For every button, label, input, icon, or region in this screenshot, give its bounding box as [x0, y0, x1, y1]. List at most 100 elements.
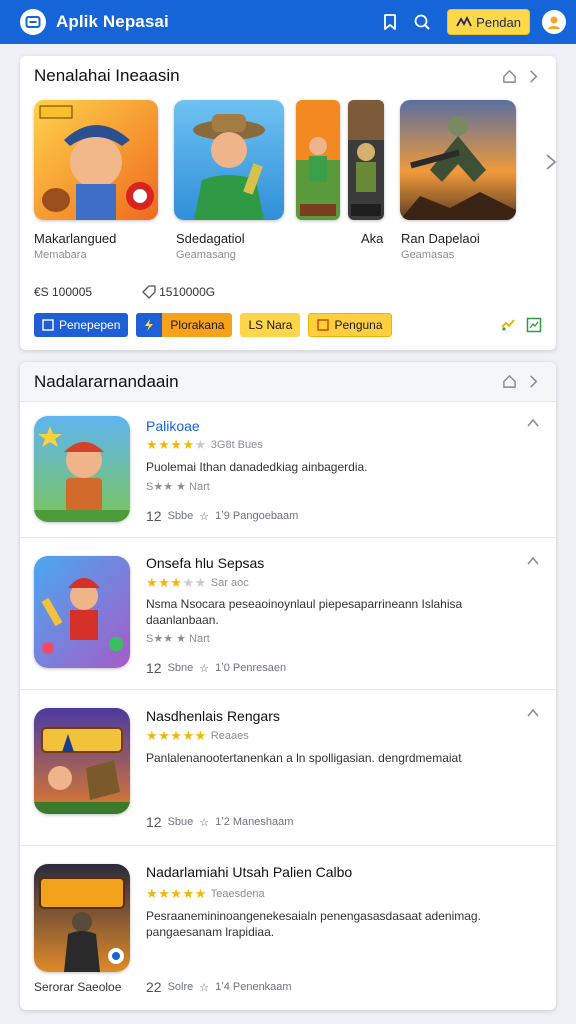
bolt-icon — [145, 319, 154, 331]
user-avatar-icon[interactable] — [542, 10, 566, 34]
chip-actions — [490, 317, 542, 333]
game-art-icon — [34, 556, 130, 668]
foot-b-4: 1ʼ4 Penenkaam — [215, 981, 292, 993]
chip-2-lead — [136, 313, 163, 337]
foot-a-1: Sbbe — [167, 510, 194, 522]
app-title-4[interactable]: Nadarlamiahi Utsah Palien Calbo — [146, 864, 352, 880]
foot-num-1: 12 — [146, 508, 162, 524]
downloads-stat: €S 100005 — [34, 285, 93, 299]
app-desc-2: Nsma Nsocara peseaoinoynlaul piepesaparr… — [146, 597, 463, 627]
list-item[interactable]: Nasdhenlais Rengars ★★★★★ Reaaes Panlale… — [20, 690, 556, 846]
count-stat: 1510000G — [142, 285, 215, 299]
chip-1-label: Penepepen — [59, 318, 121, 332]
foot-a-2: Sbne — [167, 662, 194, 674]
list-item[interactable]: Nadarlamiahi Utsah Palien Calbo ★★★★★ Te… — [20, 846, 556, 1010]
stars-3: ★★★★★ — [146, 728, 207, 743]
chip-4-label: Penguna — [334, 318, 383, 332]
featured-app-label-2[interactable]: Sdedagatiol — [176, 231, 245, 246]
grid-icon — [42, 319, 54, 331]
stars-1: ★★★★★ — [146, 437, 207, 452]
chip-2[interactable]: Plorakana — [136, 313, 233, 337]
foot-num-3: 12 — [146, 814, 162, 830]
home-icon[interactable] — [500, 373, 518, 391]
game-art-icon — [34, 416, 130, 522]
rating-text-3: Reaaes — [210, 730, 249, 742]
chevron-right-icon[interactable] — [524, 67, 542, 85]
home-icon[interactable] — [500, 67, 518, 85]
app-desc-4: Pesraanemininoangenekesaialn penengasasd… — [146, 909, 481, 939]
app-title-2[interactable]: Onsefa hlu Sepsas — [146, 555, 264, 571]
featured-app-label-3[interactable]: Aka — [361, 231, 383, 246]
featured-card: Nenalahai Ineaasin Makarlangued Memabara… — [20, 56, 557, 350]
foot-num-4: 22 — [146, 979, 162, 995]
game-art-icon — [400, 100, 516, 220]
featured-tile-4[interactable] — [348, 100, 384, 220]
game-art-icon — [34, 864, 130, 972]
rating-text-4: Teaesdena — [210, 888, 265, 900]
tag-icon — [142, 285, 156, 299]
star-icon: ☆ — [199, 981, 210, 994]
login-label: Pendan — [476, 14, 521, 30]
game-art-icon — [174, 100, 284, 220]
app-foot-1: 12 Sbbe ☆ 1ʼ9 Pangoebaam — [146, 508, 298, 524]
app-list-card: Nadalararnandaain Palikoae ★★★★★ 3G8t Bu… — [20, 362, 556, 1010]
star-icon: ☆ — [199, 510, 210, 523]
featured-tile-1[interactable] — [34, 100, 158, 220]
app-header: Aplik Nepasai Pendan — [0, 0, 576, 44]
app-icon-3[interactable] — [34, 708, 130, 814]
chip-4[interactable]: Penguna — [308, 313, 392, 337]
featured-tile-2[interactable] — [174, 100, 284, 220]
app-icon-4[interactable] — [34, 864, 130, 972]
app-sub-2: S★★ ★ Nart — [146, 633, 210, 645]
list-item[interactable]: Palikoae ★★★★★ 3G8t Bues Puolemai Ithan … — [20, 402, 556, 538]
foot-b-3: 1ʼ2 Maneshaam — [215, 816, 294, 828]
app-title-3[interactable]: Nasdhenlais Rengars — [146, 708, 280, 724]
chip-2-label: Plorakana — [170, 318, 225, 332]
chip-3-label: LS Nara — [248, 318, 293, 332]
bookmark-icon[interactable] — [379, 11, 401, 33]
featured-app-sub-2: Geamasang — [176, 249, 236, 261]
chip-1[interactable]: Penepepen — [34, 313, 129, 337]
stars-4: ★★★★★ — [146, 886, 207, 901]
rating-4: ★★★★★ Teaesdena — [146, 886, 265, 902]
login-icon — [456, 15, 472, 27]
featured-app-sub-1: Memabara — [34, 249, 87, 261]
app-desc-1: Puolemai Ithan danadedkiag ainbagerdia. — [146, 460, 368, 474]
login-button[interactable]: Pendan — [447, 9, 530, 35]
rating-3: ★★★★★ Reaaes — [146, 728, 249, 744]
search-icon[interactable] — [411, 11, 433, 33]
featured-carousel — [34, 100, 557, 220]
rating-1: ★★★★★ 3G8t Bues — [146, 437, 263, 453]
featured-stats: €S 100005 1510000G — [34, 285, 215, 299]
app-logo-icon[interactable] — [20, 9, 46, 35]
app-title-1[interactable]: Palikoae — [146, 418, 200, 434]
app-icon-2[interactable] — [34, 556, 130, 668]
game-art-icon — [34, 100, 158, 220]
sparkle-icon[interactable] — [500, 317, 516, 333]
foot-b-1: 1ʼ9 Pangoebaam — [215, 510, 299, 522]
featured-app-sub-4: Geamasas — [401, 249, 455, 261]
featured-app-label-1[interactable]: Makarlangued — [34, 231, 116, 246]
list-item[interactable]: Onsefa hlu Sepsas ★★★★★ Sar aoc Nsma Nso… — [20, 538, 556, 690]
featured-header: Nenalahai Ineaasin — [20, 56, 556, 96]
star-icon: ☆ — [199, 662, 210, 675]
chip-3[interactable]: LS Nara — [240, 313, 301, 337]
app-left-label-4: Serorar Saeoloe — [34, 980, 122, 994]
count-stat-value: 1510000G — [159, 285, 216, 299]
app-foot-2: 12 Sbne ☆ 1ʼ0 Penresaen — [146, 660, 286, 676]
chevron-up-icon[interactable] — [526, 554, 542, 570]
app-sub-1: S★★ ★ Nart — [146, 481, 210, 493]
image-icon[interactable] — [526, 317, 542, 333]
featured-tile-3[interactable] — [296, 100, 340, 220]
stars-2: ★★★★★ — [146, 575, 207, 590]
featured-tile-5[interactable] — [400, 100, 516, 220]
game-art-icon — [296, 100, 340, 220]
chevron-up-icon[interactable] — [526, 706, 542, 722]
foot-a-3: Sbue — [167, 816, 194, 828]
featured-app-label-4[interactable]: Ran Dapelaoi — [401, 231, 480, 246]
carousel-next-icon[interactable] — [542, 150, 560, 174]
game-art-icon — [348, 100, 384, 220]
chevron-right-icon[interactable] — [524, 373, 542, 391]
app-icon-1[interactable] — [34, 416, 130, 522]
chevron-up-icon[interactable] — [526, 416, 542, 432]
